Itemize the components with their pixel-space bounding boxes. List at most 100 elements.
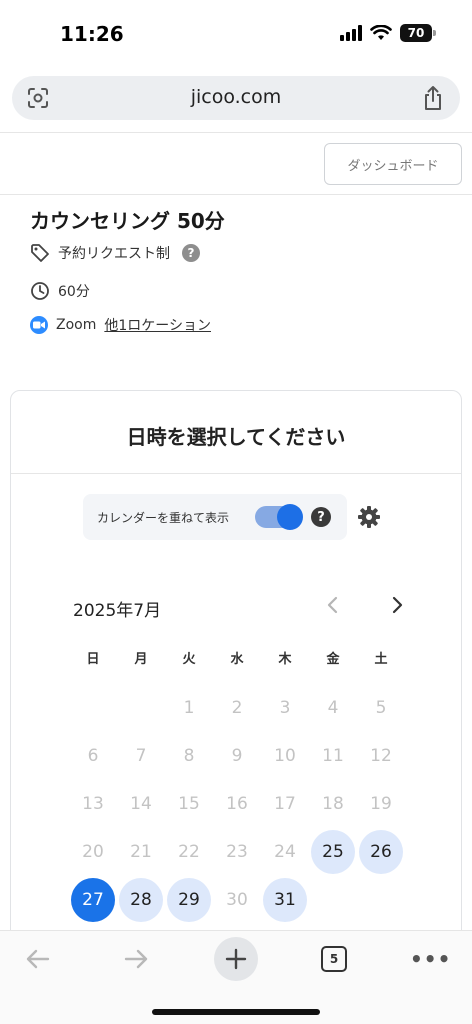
weekday-label: 日 bbox=[86, 652, 100, 667]
day-number: 13 bbox=[82, 794, 104, 814]
calendar-day-disabled: 8 bbox=[165, 732, 213, 780]
booking-type-label: 予約リクエスト制 bbox=[58, 246, 170, 262]
calendar-day-disabled: 13 bbox=[69, 780, 117, 828]
share-icon[interactable] bbox=[422, 85, 444, 111]
divider bbox=[0, 132, 472, 133]
calendar-days-grid: 1 2 3 4 5 6 7 8 9 10 11 12 13 14 15 16 17 18 19 20 21 22 23 24 2… bbox=[69, 684, 405, 924]
calendar-day-disabled: 7 bbox=[117, 732, 165, 780]
calendar-day-disabled: 11 bbox=[309, 732, 357, 780]
day-number: 22 bbox=[178, 842, 200, 862]
weekday-header: 日月火水木金土 bbox=[69, 648, 405, 667]
calendar-day-disabled: 30 bbox=[213, 876, 261, 924]
weekday-label: 金 bbox=[326, 652, 340, 667]
day-number bbox=[119, 686, 163, 730]
calendar-day-available[interactable]: 26 bbox=[357, 828, 405, 876]
day-number: 10 bbox=[274, 746, 296, 766]
day-number bbox=[71, 686, 115, 730]
day-number: 14 bbox=[130, 794, 152, 814]
calendar-day-disabled: 5 bbox=[357, 684, 405, 732]
overlay-calendar-label: カレンダーを重ねて表示 bbox=[97, 511, 230, 525]
day-number: 27 bbox=[71, 878, 115, 922]
calendar-day-disabled: 10 bbox=[261, 732, 309, 780]
next-month-chevron-icon[interactable] bbox=[387, 591, 407, 619]
address-bar[interactable]: jicoo.com bbox=[12, 76, 460, 120]
previous-month-chevron-icon[interactable] bbox=[323, 591, 343, 619]
day-number: 21 bbox=[130, 842, 152, 862]
more-menu-icon[interactable]: ••• bbox=[410, 947, 451, 971]
forward-arrow-icon[interactable] bbox=[120, 943, 152, 975]
day-number: 23 bbox=[226, 842, 248, 862]
calendar-day-disabled: 22 bbox=[165, 828, 213, 876]
calendar-day-available[interactable]: 29 bbox=[165, 876, 213, 924]
calendar-day-available[interactable]: 31 bbox=[261, 876, 309, 924]
day-number: 9 bbox=[231, 746, 243, 766]
status-bar: 11:26 70 bbox=[0, 0, 472, 70]
calendar-day-available[interactable]: 25 bbox=[309, 828, 357, 876]
day-number: 4 bbox=[327, 698, 339, 718]
battery-icon: 70 bbox=[400, 24, 436, 42]
zoom-icon bbox=[30, 316, 48, 334]
day-number: 20 bbox=[82, 842, 104, 862]
weekday-label: 土 bbox=[374, 652, 388, 667]
calendar-day-empty bbox=[69, 684, 117, 732]
calendar-day-disabled: 4 bbox=[309, 684, 357, 732]
duration-label: 60分 bbox=[58, 284, 90, 300]
overlay-calendar-setting: カレンダーを重ねて表示 ? bbox=[83, 494, 347, 540]
calendar-day-disabled: 20 bbox=[69, 828, 117, 876]
divider bbox=[0, 194, 472, 195]
calendar-day-disabled: 23 bbox=[213, 828, 261, 876]
month-label: 2025年7月 bbox=[73, 601, 162, 621]
event-title: カウンセリング 50分 bbox=[30, 209, 225, 233]
gear-icon[interactable] bbox=[357, 505, 381, 529]
location-prefix: Zoom bbox=[56, 317, 97, 333]
card-title: 日時を選択してください bbox=[126, 425, 346, 449]
day-number: 17 bbox=[274, 794, 296, 814]
day-number: 5 bbox=[375, 698, 387, 718]
url-text[interactable]: jicoo.com bbox=[12, 86, 460, 108]
location-row: Zoom 他1ロケーション bbox=[30, 315, 211, 335]
help-icon[interactable]: ? bbox=[182, 244, 200, 262]
cellular-signal-icon bbox=[340, 25, 362, 41]
day-number: 31 bbox=[263, 878, 307, 922]
overlay-calendar-toggle[interactable] bbox=[255, 504, 303, 530]
calendar-day-available[interactable]: 28 bbox=[117, 876, 165, 924]
calendar-day-disabled: 18 bbox=[309, 780, 357, 828]
back-arrow-icon[interactable] bbox=[22, 943, 54, 975]
weekday-label: 水 bbox=[230, 652, 244, 667]
day-number: 3 bbox=[279, 698, 291, 718]
day-number: 26 bbox=[359, 830, 403, 874]
other-locations-link[interactable]: 他1ロケーション bbox=[104, 315, 211, 335]
status-icons: 70 bbox=[340, 24, 436, 42]
day-number: 18 bbox=[322, 794, 344, 814]
calendar-day-disabled: 14 bbox=[117, 780, 165, 828]
status-time: 11:26 bbox=[60, 22, 124, 46]
calendar-day-selected[interactable]: 27 bbox=[69, 876, 117, 924]
home-indicator bbox=[152, 1009, 320, 1015]
toggle-knob bbox=[277, 504, 303, 530]
day-number: 2 bbox=[231, 698, 243, 718]
dashboard-button[interactable]: ダッシュボード bbox=[324, 143, 462, 185]
day-number: 12 bbox=[370, 746, 392, 766]
calendar-day-disabled: 1 bbox=[165, 684, 213, 732]
tab-switcher-button[interactable]: 5 bbox=[321, 946, 347, 972]
help-icon[interactable]: ? bbox=[311, 507, 331, 527]
calendar-day-disabled: 15 bbox=[165, 780, 213, 828]
day-number: 28 bbox=[119, 878, 163, 922]
day-number: 7 bbox=[135, 746, 147, 766]
plus-icon bbox=[225, 948, 247, 970]
booking-type-row: 予約リクエスト制 ? bbox=[30, 243, 200, 263]
day-number: 16 bbox=[226, 794, 248, 814]
calendar-card: 日時を選択してください カレンダーを重ねて表示 ? 2025年7月 日 月 火 水 木 金… bbox=[10, 390, 462, 1024]
divider bbox=[11, 473, 461, 474]
tag-icon bbox=[31, 244, 49, 262]
day-number: 6 bbox=[87, 746, 99, 766]
day-number: 24 bbox=[274, 842, 296, 862]
duration-row: 60分 bbox=[30, 281, 90, 301]
calendar-day-disabled: 19 bbox=[357, 780, 405, 828]
new-tab-button[interactable] bbox=[214, 937, 258, 981]
calendar-day-disabled: 2 bbox=[213, 684, 261, 732]
day-number: 29 bbox=[167, 878, 211, 922]
day-number: 30 bbox=[226, 890, 248, 910]
day-number: 15 bbox=[178, 794, 200, 814]
calendar-day-disabled: 6 bbox=[69, 732, 117, 780]
